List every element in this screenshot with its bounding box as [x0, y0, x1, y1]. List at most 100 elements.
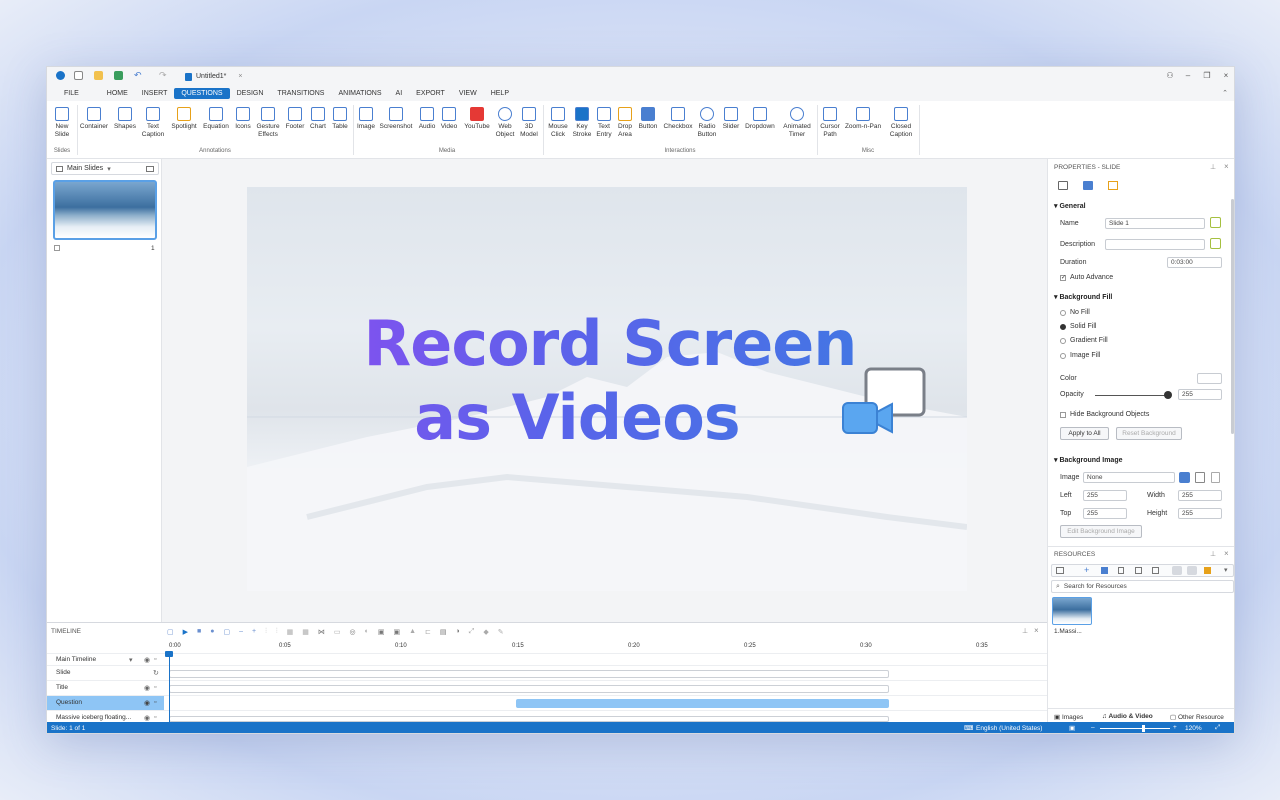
edit-description-icon[interactable]: [1210, 238, 1221, 249]
visibility-icon[interactable]: ◉: [144, 684, 150, 692]
filter-icon[interactable]: [1152, 567, 1159, 574]
opacity-slider-handle[interactable]: [1164, 391, 1172, 399]
close-panel-icon[interactable]: ×: [1034, 626, 1039, 635]
record-icon[interactable]: ■: [197, 628, 201, 635]
cursor-path-button[interactable]: Cursor Path: [818, 107, 842, 139]
pin-icon[interactable]: ⊥: [1022, 627, 1028, 635]
maximize-icon[interactable]: ❐: [1200, 70, 1214, 82]
playhead[interactable]: [169, 651, 170, 723]
close-tab-icon[interactable]: ×: [238, 73, 242, 80]
duration-stepper[interactable]: 0:03:00: [1167, 257, 1222, 268]
slider-button[interactable]: Slider: [719, 107, 743, 131]
ungroup-icon[interactable]: ▦: [302, 628, 309, 636]
stop-icon[interactable]: ▢: [167, 628, 174, 636]
browse-image-icon[interactable]: [1179, 472, 1190, 483]
screenshot-button[interactable]: Screenshot: [378, 107, 414, 131]
close-panel-icon[interactable]: ×: [1224, 162, 1229, 171]
reset-background-button[interactable]: Reset Background: [1116, 427, 1182, 440]
name-input[interactable]: Slide 1: [1105, 218, 1205, 229]
chevron-down-icon[interactable]: ▾: [1224, 566, 1228, 574]
zoom-level[interactable]: 120%: [1185, 725, 1202, 732]
tab-audio-video[interactable]: ♫ Audio & Video: [1102, 713, 1153, 720]
description-input[interactable]: [1105, 239, 1205, 250]
lock-icon[interactable]: ▫: [154, 656, 156, 663]
text-caption-button[interactable]: Text Caption: [141, 107, 165, 139]
width-stepper[interactable]: 255: [1178, 490, 1222, 501]
grid-view-icon[interactable]: [1187, 566, 1197, 575]
menu-help[interactable]: HELP: [484, 88, 516, 99]
left-stepper[interactable]: 255: [1083, 490, 1127, 501]
minimize-icon[interactable]: –: [1181, 70, 1195, 82]
tab-images[interactable]: ▣ Images: [1054, 713, 1083, 721]
slide-thumbnail[interactable]: [53, 180, 157, 240]
audio-button[interactable]: Audio: [416, 107, 438, 131]
menu-export[interactable]: EXPORT: [409, 88, 452, 99]
timeline-row-main[interactable]: Main Timeline ▾ ◉ ▫: [47, 654, 1047, 666]
web-object-button[interactable]: Web Object: [493, 107, 517, 139]
trim-icon[interactable]: ▭: [334, 628, 341, 636]
color-picker[interactable]: [1197, 373, 1222, 384]
lock-icon[interactable]: ▫: [154, 714, 156, 721]
hide-background-objects-checkbox[interactable]: [1060, 412, 1066, 418]
slide-view-icon[interactable]: [146, 165, 154, 172]
resources-search[interactable]: ⌕ Search for Resources: [1051, 580, 1234, 593]
timeline-row-question[interactable]: Question ◉ ▫: [47, 696, 1047, 711]
slide-properties-tab-icon[interactable]: [1058, 181, 1068, 190]
paint-icon[interactable]: ✎: [498, 628, 504, 636]
closed-caption-button[interactable]: Closed Caption: [885, 107, 917, 139]
radio-button-button[interactable]: Radio Button: [695, 107, 719, 139]
no-fill-radio[interactable]: [1060, 310, 1066, 316]
dropdown-button[interactable]: Dropdown: [743, 107, 777, 131]
undo-icon[interactable]: ↶: [134, 70, 142, 81]
redo-icon[interactable]: ↷: [159, 70, 167, 81]
align-icon[interactable]: ⫶: [265, 628, 267, 636]
slide-canvas[interactable]: Record Screen as Videos: [247, 187, 967, 591]
add-icon[interactable]: +: [1084, 565, 1089, 575]
question-track-bar[interactable]: [516, 699, 889, 708]
zoom-out-icon[interactable]: –: [1091, 724, 1095, 731]
resource-thumbnail[interactable]: [1052, 597, 1092, 625]
save-icon[interactable]: [114, 71, 123, 80]
delete-image-icon[interactable]: [1211, 472, 1220, 483]
menu-view[interactable]: VIEW: [452, 88, 484, 99]
animation-tab-icon[interactable]: [1083, 181, 1093, 190]
background-fill-header[interactable]: ▾ Background Fill: [1054, 293, 1112, 301]
copy-icon[interactable]: [1135, 567, 1142, 574]
key-stroke-button[interactable]: Key Stroke: [571, 107, 593, 139]
zoom-n-pan-button[interactable]: Zoom-n-Pan: [843, 107, 883, 131]
lock-icon[interactable]: ▫: [154, 684, 156, 691]
text-entry-button[interactable]: Text Entry: [593, 107, 615, 139]
menu-home[interactable]: HOME: [100, 88, 135, 99]
effect-icon[interactable]: ◐: [365, 628, 369, 635]
zoom-slider-handle[interactable]: [1142, 725, 1145, 732]
height-stepper[interactable]: 255: [1178, 508, 1222, 519]
loop-icon[interactable]: ↻: [153, 669, 159, 677]
import-icon[interactable]: [1101, 567, 1108, 574]
pin-icon[interactable]: ⊥: [1210, 550, 1216, 558]
scale-icon[interactable]: ⤢: [469, 628, 475, 636]
pin-icon[interactable]: ⊥: [1210, 163, 1216, 171]
document-tab[interactable]: Untitled1* ×: [177, 70, 250, 83]
footer-button[interactable]: Footer: [283, 107, 307, 131]
button-button[interactable]: Button: [635, 107, 661, 131]
visibility-icon[interactable]: ◉: [144, 656, 150, 664]
edit-name-icon[interactable]: [1210, 217, 1221, 228]
slides-panel-header[interactable]: Main Slides ▾: [51, 162, 159, 175]
visibility-icon[interactable]: ◉: [144, 714, 150, 722]
sort-icon[interactable]: [1204, 567, 1211, 574]
chevron-down-icon[interactable]: ▾: [129, 656, 133, 664]
icons-button[interactable]: Icons: [233, 107, 253, 131]
solid-fill-radio[interactable]: [1060, 324, 1066, 330]
menu-ai[interactable]: AI: [389, 88, 410, 99]
container-button[interactable]: Container: [79, 107, 109, 131]
edit-background-image-button[interactable]: Edit Background Image: [1060, 525, 1142, 538]
collapse-ribbon-icon[interactable]: ⌃: [1222, 89, 1228, 97]
zoom-out-icon[interactable]: –: [239, 628, 243, 635]
chart-button[interactable]: Chart: [307, 107, 329, 131]
new-file-icon[interactable]: [74, 71, 83, 80]
open-folder-icon[interactable]: [94, 71, 103, 80]
language-label[interactable]: English (United States): [976, 725, 1042, 732]
fullscreen-icon[interactable]: ⤢: [1215, 724, 1220, 732]
new-slide-button[interactable]: New Slide: [52, 107, 72, 139]
layout-tab-icon[interactable]: [1108, 181, 1118, 190]
